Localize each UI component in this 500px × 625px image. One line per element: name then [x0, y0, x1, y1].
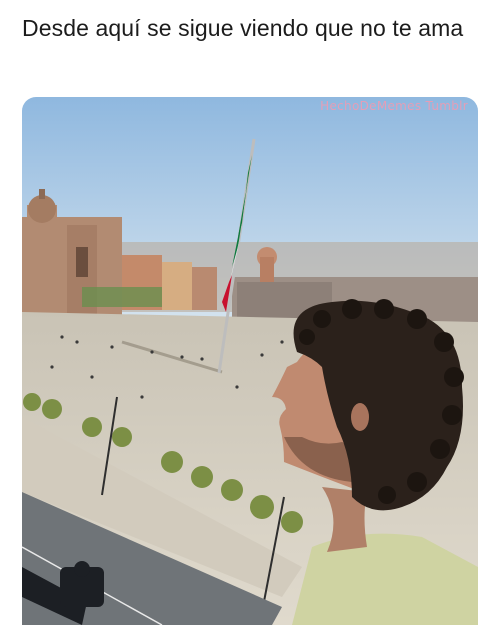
meme-photo: HechoDeMemes Tumblr — [22, 97, 478, 625]
post-caption: Desde aquí se sigue viendo que no te ama — [22, 15, 464, 41]
tree-line — [82, 287, 162, 307]
watermark-text: HechoDeMemes Tumblr — [320, 99, 468, 113]
